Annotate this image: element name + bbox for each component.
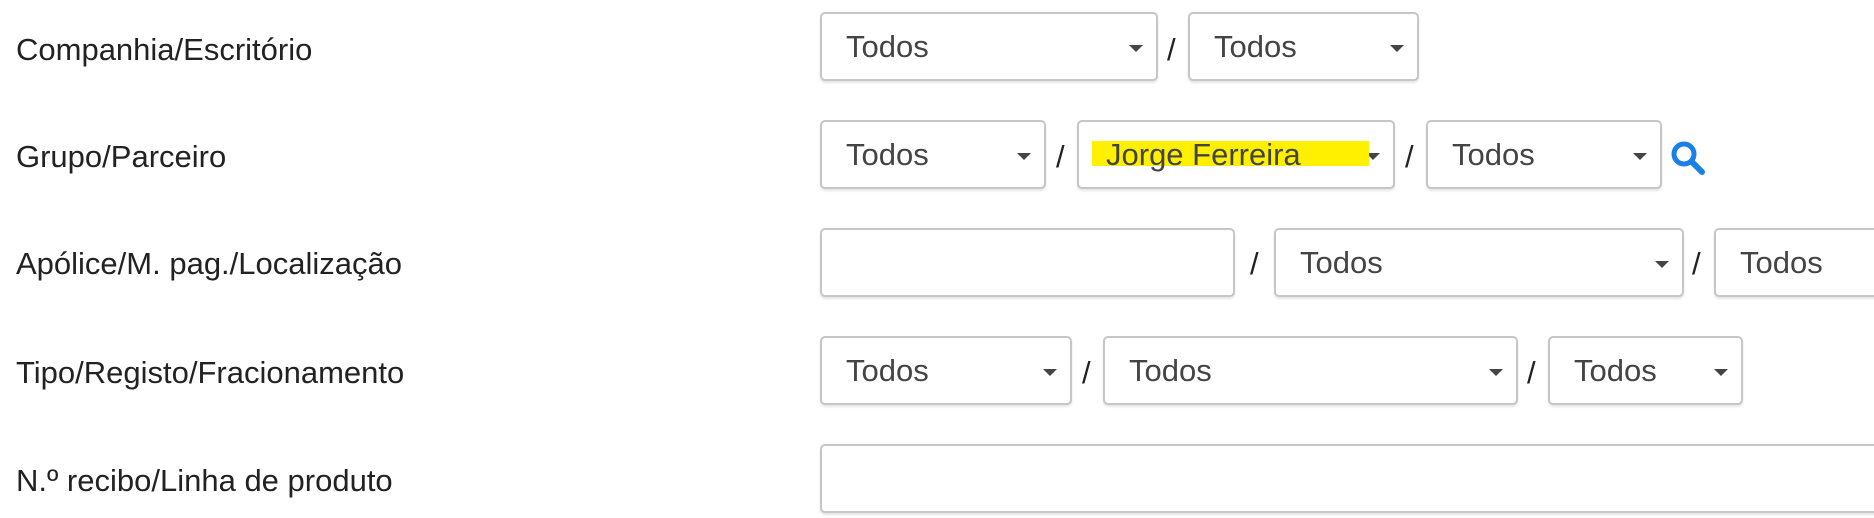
chevron-down-icon [1633,153,1647,160]
chevron-down-icon [1390,45,1404,52]
label-apolice-mpag-localizacao: Apólice/M. pag./Localização [16,246,403,281]
location-select[interactable]: Todos [1714,228,1874,297]
label-tipo-registo-fracionamento: Tipo/Registo/Fracionamento [16,355,405,390]
split-select[interactable]: Todos [1548,336,1743,405]
chevron-down-icon [1129,45,1143,52]
separator: / [1056,139,1065,174]
search-icon[interactable] [1670,140,1706,176]
split-select-value: Todos [1574,353,1657,388]
separator: / [1405,139,1414,174]
label-companhia-escritorio: Companhia/Escritório [16,32,313,67]
separator: / [1527,355,1536,390]
separator: / [1167,32,1176,67]
office-select[interactable]: Todos [1188,12,1419,81]
partner-select-value: Jorge Ferreira [1092,122,1369,187]
chevron-down-icon [1017,153,1031,160]
payment-method-select-value: Todos [1300,245,1383,280]
type-select[interactable]: Todos [820,336,1072,405]
partner-select[interactable]: Jorge Ferreira [1077,120,1395,189]
company-select[interactable]: Todos [820,12,1158,81]
separator: / [1250,246,1259,281]
location-select-value: Todos [1740,245,1823,280]
policy-input[interactable] [820,228,1235,297]
chevron-down-icon [1714,369,1728,376]
office-select-value: Todos [1214,29,1297,64]
chevron-down-icon [1655,261,1669,268]
sub-partner-select[interactable]: Todos [1426,120,1662,189]
type-select-value: Todos [846,353,929,388]
separator: / [1082,355,1091,390]
receipt-input[interactable] [820,444,1874,513]
separator: / [1692,246,1701,281]
chevron-down-icon [1043,369,1057,376]
registry-select[interactable]: Todos [1103,336,1518,405]
group-select[interactable]: Todos [820,120,1046,189]
payment-method-select[interactable]: Todos [1274,228,1684,297]
chevron-down-icon [1489,369,1503,376]
label-grupo-parceiro: Grupo/Parceiro [16,139,227,174]
company-select-value: Todos [846,29,929,64]
group-select-value: Todos [846,137,929,172]
sub-partner-select-value: Todos [1452,137,1535,172]
label-recibo-linha-produto: N.º recibo/Linha de produto [16,463,393,498]
registry-select-value: Todos [1129,353,1212,388]
